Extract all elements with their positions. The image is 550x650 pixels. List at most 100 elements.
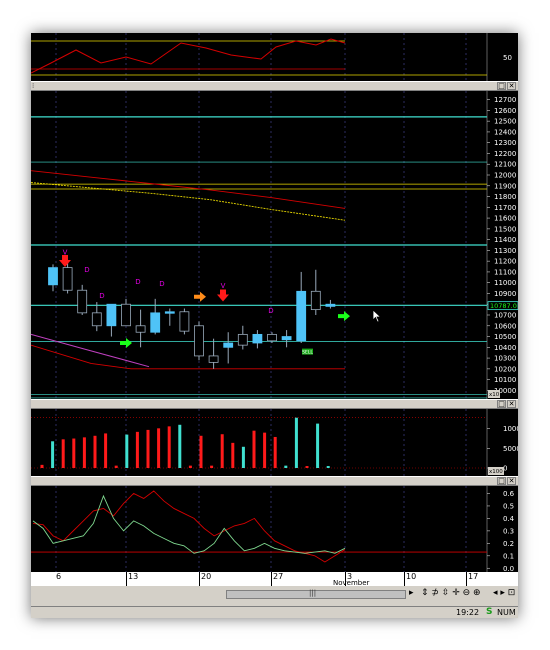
volume-bar <box>284 465 288 468</box>
status-time: 19:22 <box>456 608 480 617</box>
signal-letter: D <box>159 280 164 288</box>
signal-letter: D <box>84 266 89 274</box>
time-label: 20 <box>201 572 212 581</box>
axis-tick-label: 12300 <box>494 139 516 147</box>
axis-tick-label: 0.3 <box>503 527 514 535</box>
candle <box>281 336 292 341</box>
price-chart: VDDD D VDSELL12700126001250012400123001220… <box>31 91 518 399</box>
axis-tick-label: 11800 <box>494 193 516 201</box>
axis-tick-label: 10700 <box>494 312 516 320</box>
status-indicator: S <box>486 607 493 617</box>
axis-tick-label: 10100 <box>494 376 516 384</box>
sell-signal-label: SELL <box>302 350 313 356</box>
candle <box>310 290 321 311</box>
price-panel[interactable]: V D D D D V D SELL 12700 12600 12500 12400 12300 1220… <box>31 91 518 399</box>
axis-tick-label: 12100 <box>494 161 516 169</box>
axis-tick-label: 12200 <box>494 150 516 158</box>
axis-tick-label: 0.0 <box>503 565 514 572</box>
volume-bar <box>220 434 224 468</box>
restore-stoch-button[interactable]: □ <box>497 477 506 485</box>
volume-bar <box>93 435 97 468</box>
close-price-button[interactable]: ✕ <box>507 82 516 90</box>
axis-tick-label: 11200 <box>494 258 516 266</box>
axis-tick-label: 0.6 <box>503 490 515 498</box>
axis-tick-label: 12000 <box>494 172 516 180</box>
candle <box>179 311 190 332</box>
axis-tick-label: 12400 <box>494 128 516 136</box>
axis-tick-label: 11000 <box>494 279 516 287</box>
volume-bar <box>178 424 182 468</box>
volume-bar <box>114 465 118 468</box>
candle <box>164 311 175 314</box>
volume-bar <box>61 439 65 468</box>
close-volume-button[interactable]: ✕ <box>507 400 516 408</box>
candle <box>121 303 131 327</box>
axis-tick-label: 11300 <box>494 247 516 255</box>
volume-bar <box>305 466 309 468</box>
volume-bar <box>167 426 171 468</box>
candle <box>252 333 263 344</box>
stochastic-panel[interactable]: 0.6 0.5 0.4 0.3 0.2 0.1 0.0 <box>31 486 518 572</box>
volume-bar <box>135 431 139 468</box>
time-tick <box>466 572 467 586</box>
candle <box>150 312 161 333</box>
candle <box>48 267 58 286</box>
signal-letter: D <box>135 278 140 286</box>
restore-volume-button[interactable]: □ <box>497 400 506 408</box>
candle <box>223 342 234 348</box>
restore-price-button[interactable]: □ <box>497 82 506 90</box>
axis-tick-label: 0.4 <box>503 515 515 523</box>
time-axis[interactable]: 6 13 20 27 3 November 10 17 <box>31 572 518 587</box>
scale-note: x10 <box>489 392 500 398</box>
bottom-toolbar: ||| ▸ ⇕ ⊅ ⇳ ✛ ⊖ ⊕ ◂ ▸ ⊡ <box>31 586 518 606</box>
volume-bar <box>252 430 256 468</box>
panel-separator-price[interactable]: ⁞ □ ✕ <box>31 81 518 91</box>
signal-letter: D <box>99 292 104 300</box>
axis-tick-label: 10300 <box>494 355 516 363</box>
time-label: 10 <box>406 572 417 581</box>
volume-panel[interactable]: 1000050000x100 <box>31 409 518 476</box>
volume-bar <box>82 437 86 468</box>
stochastic-chart: 0.6 0.5 0.4 0.3 0.2 0.1 0.0 <box>31 486 515 572</box>
candle <box>325 303 336 307</box>
horizontal-scrollbar[interactable]: ||| <box>226 589 406 599</box>
toolbar-tools-icon[interactable]: ⇕ ⊅ ⇳ ✛ ⊖ ⊕ <box>421 588 481 598</box>
num-lock-indicator: NUM <box>497 608 516 617</box>
current-price-label: 10787.0 <box>490 302 517 310</box>
down-arrow-icon <box>59 255 71 267</box>
volume-bar <box>104 433 108 468</box>
axis-tick-label: 11700 <box>494 204 516 212</box>
volume-bar <box>40 464 44 468</box>
down-arrow-icon <box>217 289 229 302</box>
right-arrow-icon <box>194 291 206 302</box>
trend-line-red <box>31 344 345 370</box>
axis-tick-label: 10500 <box>494 333 516 341</box>
volume-bar <box>294 417 298 468</box>
candle <box>296 290 307 342</box>
time-tick <box>271 572 272 586</box>
signal-letter: D <box>268 307 273 315</box>
scroll-right-icon[interactable]: ▸ <box>409 588 414 598</box>
axis-tick-label: 0.5 <box>503 502 514 510</box>
axis-tick-label: 11400 <box>494 236 516 244</box>
volume-bar <box>157 428 161 468</box>
axis-tick-label: 10400 <box>494 344 516 352</box>
oscillator-panel[interactable]: 50 <box>31 33 518 81</box>
time-tick <box>199 572 200 586</box>
signal-letter: V <box>221 282 226 290</box>
axis-tick-label: 12600 <box>494 107 516 115</box>
scroll-grip[interactable]: ||| <box>309 589 316 597</box>
volume-bar <box>72 438 76 468</box>
candle <box>135 325 146 333</box>
panel-separator-stoch[interactable]: □ ✕ <box>31 476 518 486</box>
status-bar: 19:22 S NUM <box>31 606 518 618</box>
volume-bar <box>125 434 129 468</box>
close-stoch-button[interactable]: ✕ <box>507 477 516 485</box>
panel-grip-icon: ⁞ <box>32 82 35 90</box>
panel-separator-volume[interactable]: □ ✕ <box>31 399 518 409</box>
scroll-back-icon[interactable]: ◂ ▸ ⊡ <box>493 588 515 598</box>
candle <box>237 333 248 346</box>
chart-window: 50 ⁞ □ ✕ V D D D D V D SELL 12700 12600 12500 12400… <box>31 33 518 618</box>
volume-bar <box>188 465 192 468</box>
axis-tick-label: 50 <box>503 54 512 62</box>
